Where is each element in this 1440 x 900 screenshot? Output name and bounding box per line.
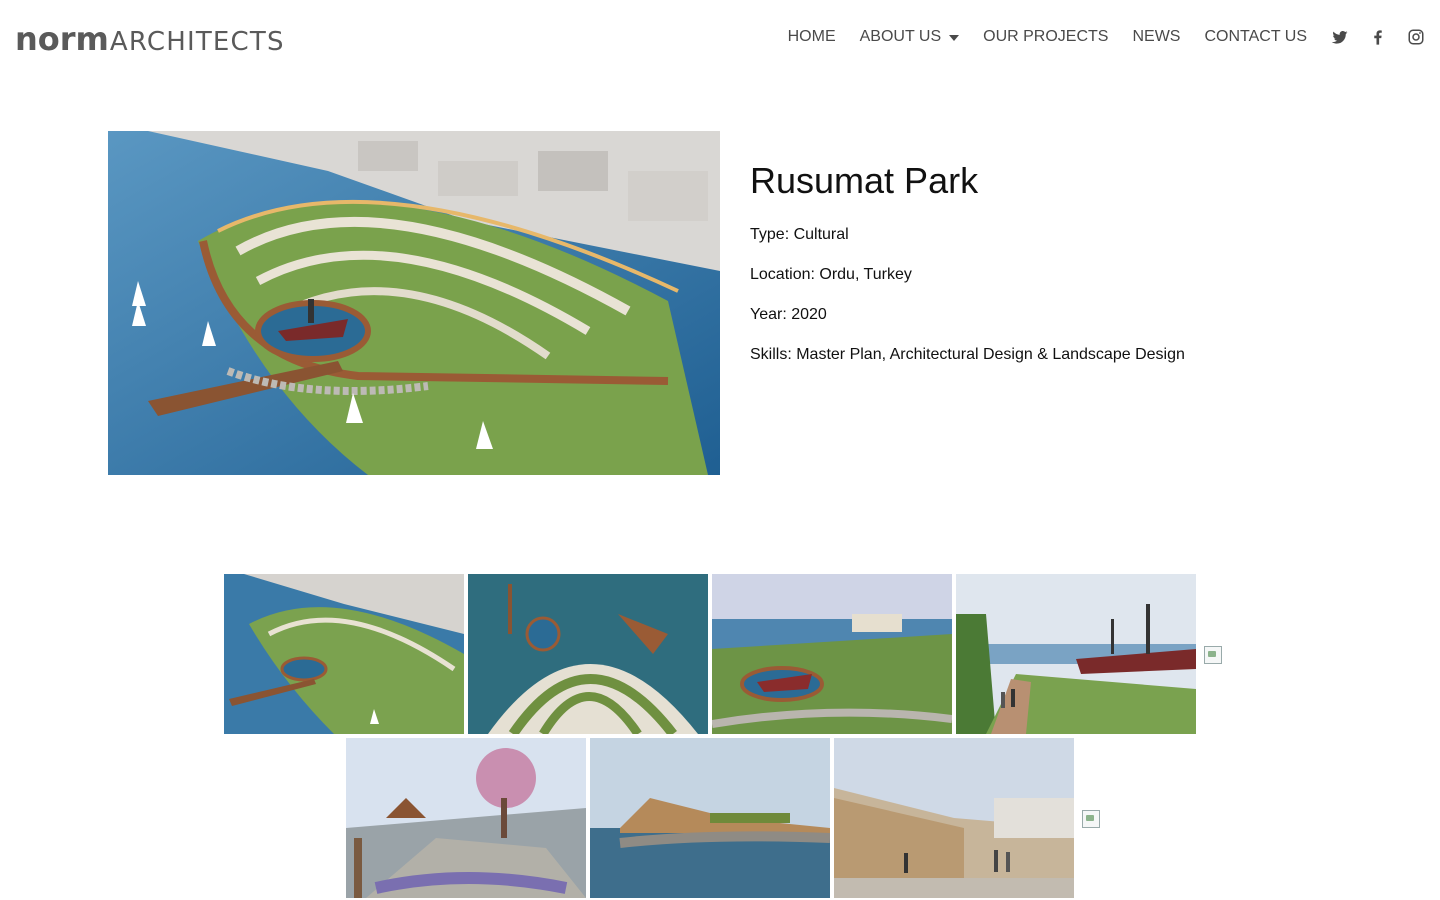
- nav-news-label: NEWS: [1132, 28, 1181, 45]
- project-info: Rusumat Park Type: Cultural Location: Or…: [750, 160, 1350, 386]
- site-logo[interactable]: norm ARCHITECTS: [15, 20, 285, 60]
- gallery-thumb-3[interactable]: [712, 574, 952, 734]
- gallery-thumb-4[interactable]: [956, 574, 1196, 734]
- nav-our-projects[interactable]: OUR PROJECTS: [971, 28, 1120, 46]
- nav-news[interactable]: NEWS: [1120, 28, 1192, 46]
- nav-contact-label: CONTACT US: [1204, 28, 1307, 45]
- chevron-down-icon: [949, 35, 960, 41]
- nav-about-label: ABOUT US: [859, 28, 942, 45]
- facebook-icon[interactable]: [1369, 28, 1387, 46]
- nav-contact-us[interactable]: CONTACT US: [1192, 28, 1319, 46]
- nav-home-label: HOME: [787, 28, 836, 45]
- nav-about-us[interactable]: ABOUT US: [848, 28, 972, 46]
- gallery-thumb-1[interactable]: [224, 574, 464, 734]
- nav-home[interactable]: HOME: [776, 28, 848, 46]
- instagram-icon[interactable]: [1407, 28, 1425, 46]
- logo-architects: ARCHITECTS: [109, 27, 285, 57]
- gallery-thumb-5[interactable]: [346, 738, 586, 898]
- main-nav: HOME ABOUT US OUR PROJECTS NEWS CONTACT …: [776, 24, 1425, 50]
- project-title: Rusumat Park: [750, 160, 979, 201]
- gallery-thumb-2[interactable]: [468, 574, 708, 734]
- gallery-thumb-7[interactable]: [834, 738, 1074, 898]
- nav-projects-label: OUR PROJECTS: [983, 28, 1109, 45]
- broken-image-icon: [1082, 810, 1100, 828]
- project-hero-image[interactable]: [108, 131, 720, 475]
- project-skills: Skills: Master Plan, Architectural Desig…: [750, 346, 1185, 363]
- twitter-icon[interactable]: [1331, 28, 1349, 46]
- logo-norm: norm: [15, 20, 109, 58]
- broken-image-icon: [1204, 646, 1222, 664]
- gallery-thumb-6[interactable]: [590, 738, 830, 898]
- gallery-row-2: [346, 738, 1100, 898]
- aerial-render-image: [108, 131, 720, 475]
- project-type: Type: Cultural: [750, 226, 849, 243]
- social-links: [1331, 28, 1425, 46]
- gallery-row-1: [224, 574, 1222, 734]
- project-location: Location: Ordu, Turkey: [750, 266, 912, 283]
- project-year: Year: 2020: [750, 306, 827, 323]
